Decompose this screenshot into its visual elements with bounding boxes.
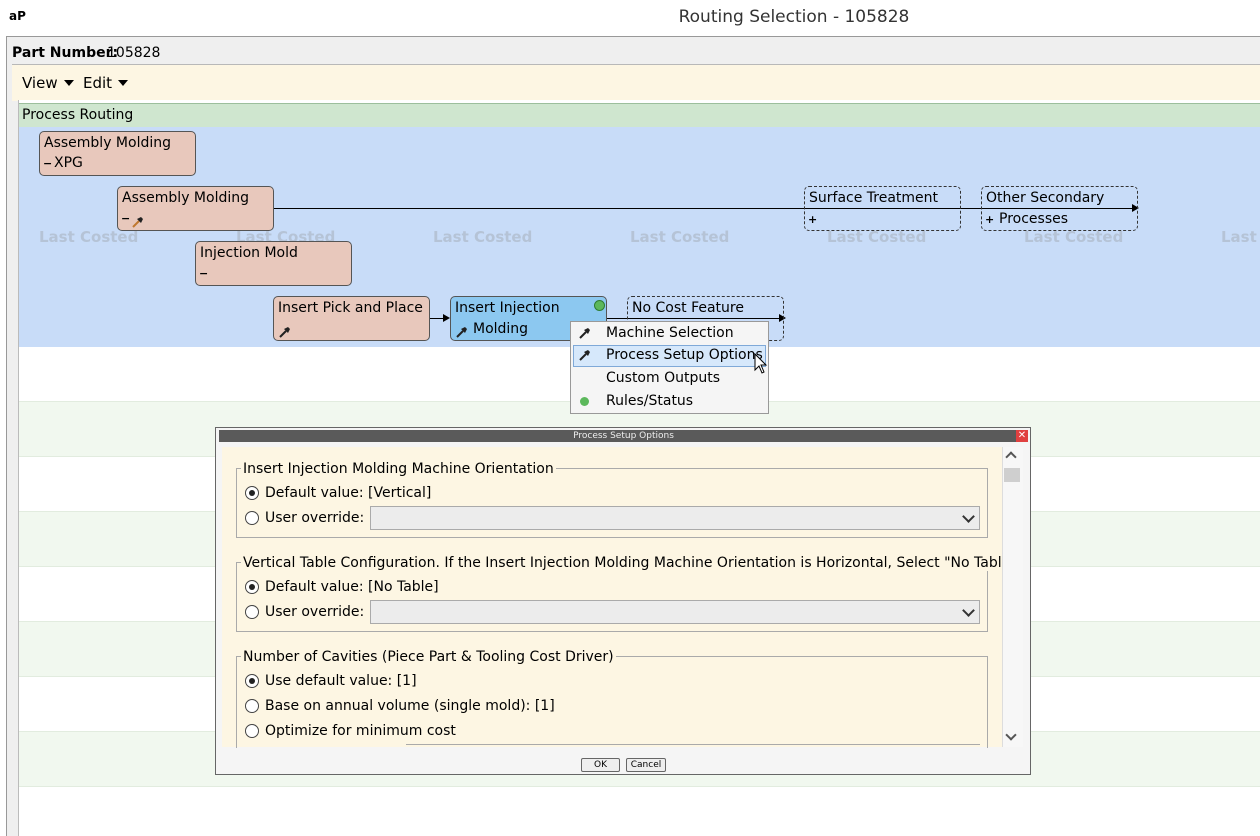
view-menu[interactable]: View (22, 74, 74, 92)
dropdown-chevron-icon (962, 604, 975, 617)
menu-bar (12, 64, 1260, 101)
vertical-table-default-radio[interactable] (245, 580, 259, 594)
status-dot-icon (580, 397, 589, 406)
process-node-surface-treatment[interactable]: Surface Treatment + (804, 186, 961, 231)
node-label: Assembly Molding (44, 135, 171, 151)
last-costed-watermark: Last (1221, 228, 1257, 246)
minus-icon[interactable]: − (199, 267, 208, 280)
window-title: Routing Selection - 105828 (678, 7, 910, 27)
scrollbar-thumb[interactable] (1004, 468, 1020, 482)
node-sublabel: XPG (54, 155, 83, 171)
process-node-assembly-molding-xpg[interactable]: Assembly Molding XPG − (39, 131, 196, 176)
vertical-table-override-label: User override: (265, 604, 365, 620)
last-costed-watermark: Last Costed (630, 228, 730, 246)
cavities-optimize-label: Optimize for minimum cost (265, 723, 456, 739)
last-costed-watermark: Last Costed (433, 228, 533, 246)
hammer-icon (132, 217, 143, 228)
arrow-head (443, 314, 450, 322)
cavities-default-radio[interactable] (245, 674, 259, 688)
dialog-scrollbar[interactable] (1002, 447, 1023, 747)
node-label: Surface Treatment (809, 190, 939, 206)
dropdown-chevron-icon (962, 510, 975, 523)
plus-icon[interactable]: + (985, 213, 994, 226)
menu-item-machine-selection[interactable]: Machine Selection (606, 325, 734, 341)
process-node-injection-mold[interactable]: Injection Mold − (195, 241, 352, 286)
part-number-value: 105828 (107, 45, 161, 61)
cancel-button[interactable]: Cancel (626, 758, 666, 772)
vertical-table-default-label: Default value: [No Table] (265, 579, 439, 595)
orientation-override-label: User override: (265, 510, 365, 526)
vertical-table-group-legend: Vertical Table Configuration. If the Ins… (241, 555, 1019, 571)
node-label: Insert Pick and Place (278, 300, 423, 316)
cavities-annual-volume-label: Base on annual volume (single mold): [1] (265, 698, 555, 714)
routing-title: Process Routing (22, 107, 134, 123)
process-node-other-secondary-processes[interactable]: Other Secondary Processes + (981, 186, 1138, 231)
cavities-annual-volume-radio[interactable] (245, 699, 259, 713)
edit-menu-label: Edit (83, 74, 113, 92)
dialog-title: Process Setup Options (573, 431, 674, 441)
orientation-override-select[interactable] (370, 506, 980, 530)
routing-header (19, 103, 1260, 128)
vertical-table-override-radio[interactable] (245, 605, 259, 619)
plus-icon[interactable]: + (808, 213, 817, 226)
app-logo: aP (9, 9, 26, 23)
hammer-icon (456, 327, 467, 338)
vertical-table-override-select[interactable] (370, 600, 980, 624)
hammer-icon (579, 350, 590, 361)
hammer-icon (579, 328, 590, 339)
mouse-cursor-icon (754, 353, 768, 374)
menu-item-rules-status[interactable]: Rules/Status (606, 393, 693, 409)
orientation-default-label: Default value: [Vertical] (265, 485, 432, 501)
process-node-insert-pick-and-place[interactable]: Insert Pick and Place (273, 296, 430, 341)
caret-down-icon (63, 80, 74, 86)
minus-icon[interactable]: − (121, 212, 130, 225)
cavities-optimize-radio[interactable] (245, 724, 259, 738)
caret-down-icon (118, 80, 129, 86)
cavities-default-label: Use default value: [1] (265, 673, 417, 689)
view-menu-label: View (22, 74, 58, 92)
orientation-default-radio[interactable] (245, 486, 259, 500)
cut-off-field (406, 744, 980, 748)
close-icon[interactable]: ✕ (1016, 430, 1028, 442)
menu-item-process-setup-options[interactable]: Process Setup Options (606, 347, 763, 363)
orientation-override-radio[interactable] (245, 511, 259, 525)
menu-item-custom-outputs[interactable]: Custom Outputs (606, 370, 720, 386)
cavities-group-legend: Number of Cavities (Piece Part & Tooling… (241, 649, 616, 665)
status-dot-icon (594, 300, 605, 311)
minus-icon[interactable]: − (43, 157, 52, 170)
edit-menu[interactable]: Edit (83, 74, 129, 92)
node-sublabel: Processes (999, 211, 1069, 227)
node-label: Insert Injection (455, 300, 560, 316)
node-sublabel: Molding (473, 321, 529, 337)
hammer-icon (279, 327, 290, 338)
node-label: Injection Mold (200, 245, 298, 261)
orientation-group-legend: Insert Injection Molding Machine Orienta… (241, 461, 556, 477)
part-number-label: Part Number: (12, 45, 119, 61)
connector-line (429, 318, 443, 319)
ok-button[interactable]: OK (581, 758, 620, 772)
node-label: Assembly Molding (122, 190, 249, 206)
process-node-assembly-molding[interactable]: Assembly Molding − (117, 186, 274, 231)
node-label: No Cost Feature (632, 300, 744, 316)
node-label: Other Secondary (986, 190, 1105, 206)
